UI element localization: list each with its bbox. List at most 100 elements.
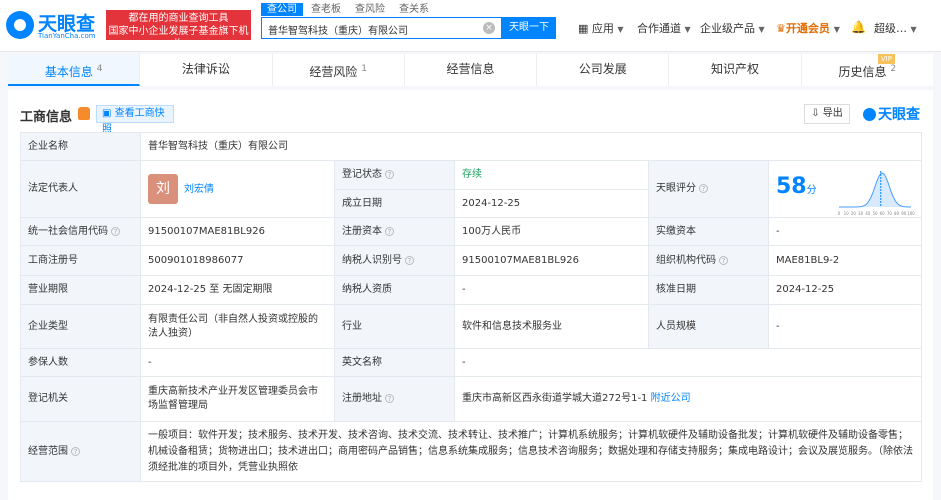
founded-label: 成立日期 — [334, 189, 455, 218]
tab-lawsuits[interactable]: 法律诉讼 — [140, 54, 273, 86]
table-row: 企业名称 普华智驾科技（重庆）有限公司 — [20, 132, 922, 161]
help-icon[interactable]: ? — [385, 226, 394, 236]
help-icon[interactable]: ? — [699, 184, 708, 193]
scope-value: 一般项目：软件开发；技术服务、技术开发、技术咨询、技术交流、技术转让、技术推广；… — [140, 421, 922, 482]
tab-count: 4 — [96, 64, 103, 74]
address-label-cell: 注册地址? — [334, 376, 455, 422]
logo-domain: TianYanCha.com — [38, 32, 96, 40]
search-value: 普华智驾科技（重庆）有限公司 — [268, 26, 408, 37]
scope-label-cell: 经营范围? — [20, 421, 141, 482]
nav-user[interactable]: 超级… ▼ — [874, 20, 917, 36]
reg-no-label: 工商注册号 — [20, 245, 141, 276]
org-code-value: MAE81BL9-2 — [768, 245, 922, 276]
score-curve-area — [839, 173, 911, 207]
address-label: 注册地址 — [342, 393, 382, 404]
score-tick-label: 50 — [872, 211, 878, 216]
slogan-banner: 都在用的商业查询工具 国家中小企业发展子基金旗下机构 — [106, 10, 251, 50]
reg-capital-label: 注册资本 — [342, 225, 382, 237]
chevron-down-icon: ▼ — [617, 25, 624, 34]
tab-label: 知识产权 — [711, 62, 760, 76]
legal-rep-avatar[interactable]: 刘 — [148, 174, 178, 204]
tab-basic-info[interactable]: 基本信息 4 — [8, 54, 141, 86]
export-button[interactable]: ⇩ 导出 — [804, 104, 850, 124]
search-tab-relation[interactable]: 查关系 — [393, 3, 435, 16]
tianyancha-logo[interactable]: 天眼查 TianYanCha.com — [6, 9, 102, 41]
score-cell[interactable]: 58分 0 10 20 30 40 50 60 70 80 90 100 — [768, 160, 922, 218]
snapshot-button[interactable]: ▣ 查看工商快照 — [96, 105, 174, 135]
score-tick-label: 100 — [907, 211, 915, 216]
company-name-label: 企业名称 — [20, 132, 141, 161]
score-label: 天眼评分 — [656, 183, 696, 194]
founded-value: 2024-12-25 — [454, 189, 649, 218]
search-input[interactable]: 普华智驾科技（重庆）有限公司 × — [261, 17, 502, 39]
taxpayer-id-value: 91500107MAE81BL926 — [454, 245, 649, 276]
credit-code-label-cell: 统一社会信用代码? — [20, 217, 141, 246]
status-label-cell: 登记状态? — [334, 160, 455, 190]
score-value: 58 — [776, 174, 807, 199]
table-row: 工商注册号 500901018986077 纳税人识别号? 91500107MA… — [20, 245, 922, 276]
help-icon[interactable]: ? — [719, 255, 728, 265]
search-tab-risk[interactable]: 查风险 — [349, 3, 391, 16]
nearby-company-link[interactable]: 附近公司 — [651, 393, 691, 404]
alarm-icon[interactable] — [78, 107, 90, 120]
chevron-down-icon: ▼ — [833, 25, 840, 34]
score-tick-label: 90 — [901, 211, 907, 216]
type-value: 有限责任公司（非自然人投资或控股的法人独资） — [140, 304, 335, 349]
help-icon[interactable]: ? — [385, 394, 394, 403]
nav-user-label: 超级… — [874, 22, 907, 35]
table-row: 营业期限 2024-12-25 至 无固定期限 纳税人资质 - 核准日期 202… — [20, 275, 922, 305]
help-icon[interactable]: ? — [71, 446, 80, 456]
tab-label: 公司发展 — [578, 62, 627, 76]
score-tick-label: 40 — [865, 211, 871, 216]
industry-label: 行业 — [334, 304, 455, 349]
legal-rep-link[interactable]: 刘宏倩 — [184, 184, 214, 195]
type-label: 企业类型 — [20, 304, 141, 349]
nav-partner[interactable]: 合作通道 ▼ — [637, 20, 691, 36]
address-value: 重庆市高新区西永街道学城大道272号1-1 — [462, 393, 648, 404]
clear-icon[interactable]: × — [483, 22, 495, 34]
vip-badge: VIP — [877, 54, 895, 64]
search-tab-boss[interactable]: 查老板 — [305, 3, 347, 16]
slogan-line-2: 国家中小企业发展子基金旗下机构 — [108, 26, 249, 50]
nav-partner-label: 合作通道 — [637, 22, 681, 35]
nav-apps-label: 应用 — [591, 22, 614, 35]
address-cell: 重庆市高新区西永街道学城大道272号1-1 附近公司 — [454, 376, 922, 422]
nav-apps[interactable]: ▦ 应用 ▼ — [578, 20, 624, 36]
bell-icon[interactable]: 🔔 — [851, 20, 866, 34]
nav-vip[interactable]: ♛开通会员 ▼ — [776, 20, 840, 36]
credit-code-label: 统一社会信用代码 — [28, 225, 108, 237]
tab-count: 1 — [361, 64, 367, 74]
status-value: 存续 — [454, 160, 649, 190]
tab-history[interactable]: 历史信息 2 VIP — [802, 54, 933, 86]
chevron-down-icon: ▼ — [758, 25, 765, 34]
score-tick-label: 70 — [887, 211, 893, 216]
search-button[interactable]: 天眼一下 — [502, 17, 556, 39]
taxpayer-id-label: 纳税人识别号 — [342, 254, 402, 266]
help-icon[interactable]: ? — [111, 226, 120, 236]
reg-capital-label-cell: 注册资本? — [334, 217, 455, 246]
paid-capital-label: 实缴资本 — [648, 217, 769, 246]
table-row: 企业类型 有限责任公司（非自然人投资或控股的法人独资） 行业 软件和信息技术服务… — [20, 304, 922, 349]
crown-icon: ♛ — [776, 22, 786, 35]
tab-ip[interactable]: 知识产权 — [669, 54, 802, 86]
brand-eye-icon — [863, 108, 876, 121]
camera-icon: ▣ — [102, 108, 115, 119]
industry-value: 软件和信息技术服务业 — [454, 304, 649, 349]
export-icon: ⇩ — [811, 108, 823, 119]
brand-logo: 天眼查 — [863, 104, 920, 124]
table-row: 法定代表人 刘刘宏倩 登记状态? 存续 天眼评分? 58分 0 10 20 30 40 5… — [20, 160, 922, 218]
help-icon[interactable]: ? — [405, 255, 414, 265]
nav-vip-label: 开通会员 — [785, 22, 830, 35]
tab-development[interactable]: 公司发展 — [537, 54, 670, 86]
search-tab-company[interactable]: 查公司 — [261, 3, 303, 16]
help-icon[interactable]: ? — [385, 170, 394, 179]
insured-label: 参保人数 — [20, 348, 141, 377]
table-row: 经营范围? 一般项目：软件开发；技术服务、技术开发、技术咨询、技术交流、技术转让… — [20, 421, 922, 482]
business-info-card: 工商信息 ▣ 查看工商快照 ⇩ 导出 天眼查 企业名称 普华智驾科技（重庆）有限… — [8, 90, 933, 500]
approve-label: 核准日期 — [648, 275, 769, 305]
tab-operations[interactable]: 经营信息 — [405, 54, 538, 86]
nav-enterprise[interactable]: 企业级产品 ▼ — [700, 20, 765, 36]
tab-risk[interactable]: 经营风险 1 — [273, 54, 405, 86]
tab-label: 基本信息 — [44, 65, 93, 79]
grid-icon: ▦ — [578, 22, 592, 35]
